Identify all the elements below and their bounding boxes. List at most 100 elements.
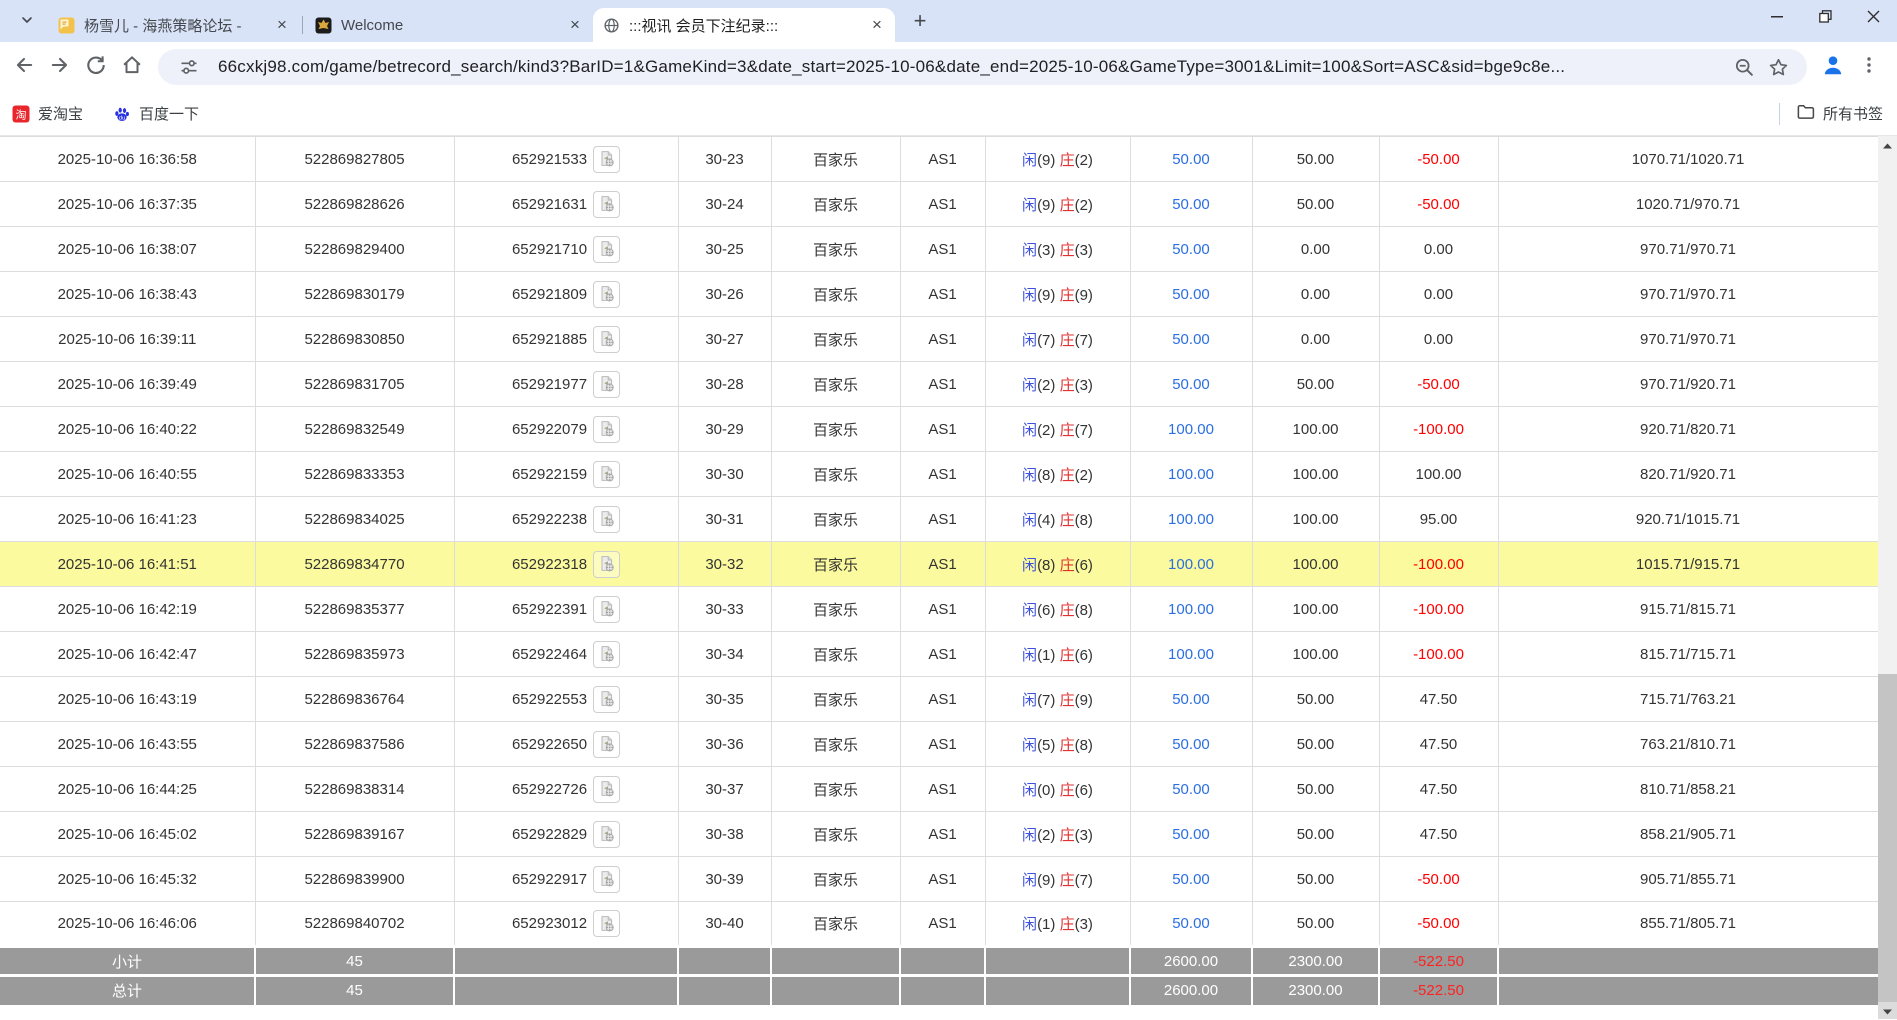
table-row[interactable]: 2025-10-06 16:38:43 522869830179 652921809… [0,271,1879,317]
close-tab-icon[interactable]: × [563,13,587,37]
video-replay-icon [601,286,614,302]
tab-search-button[interactable] [12,7,42,37]
home-button[interactable] [114,49,150,85]
cell-balance: 905.71/855.71 [1498,856,1879,902]
table-row[interactable]: 2025-10-06 16:41:51 522869834770 652922318… [0,541,1879,587]
forward-button[interactable] [42,49,78,85]
video-replay-button[interactable] [593,325,621,353]
cell-game-name: 百家乐 [771,721,901,767]
video-replay-button[interactable] [593,415,621,443]
table-row[interactable]: 2025-10-06 16:43:19 522869836764 652922553… [0,676,1879,722]
scrollbar-up-button[interactable] [1878,136,1897,153]
back-button[interactable] [6,49,42,85]
cell-round-id: 652922650 [454,721,679,767]
close-tab-icon[interactable]: × [270,13,294,37]
cell-game-name: 百家乐 [771,361,901,407]
restore-button[interactable] [1801,0,1849,38]
tab-divider [302,16,303,34]
video-replay-button[interactable] [593,595,621,623]
cell-balance: 815.71/715.71 [1498,631,1879,677]
video-replay-button[interactable] [593,640,621,668]
cell-win-loss: -50.00 [1379,901,1499,947]
cell-table-no: 30-27 [678,316,772,362]
video-replay-button[interactable] [593,370,621,398]
video-replay-button[interactable] [593,460,621,488]
table-row[interactable]: 2025-10-06 16:40:55 522869833353 652922159… [0,451,1879,497]
table-row[interactable]: 2025-10-06 16:37:35 522869828626 652921631… [0,181,1879,227]
cell-round-id: 652921809 [454,271,679,317]
video-replay-button[interactable] [593,865,621,893]
cell-time: 2025-10-06 16:42:47 [0,631,256,677]
cell-bet-amount: 50.00 [1130,856,1253,902]
reload-button[interactable] [78,49,114,85]
cell-bet-id: 522869837586 [255,721,455,767]
cell-table-no: 30-25 [678,226,772,272]
cell-time: 2025-10-06 16:44:25 [0,766,256,812]
table-row[interactable]: 2025-10-06 16:41:23 522869834025 652922238… [0,496,1879,542]
scrollbar-down-button[interactable] [1878,1002,1897,1019]
tab-bet-records-active[interactable]: :::视讯 会员下注纪录::: × [593,8,895,42]
video-replay-button[interactable] [593,775,621,803]
table-row[interactable]: 2025-10-06 16:40:22 522869832549 652922079… [0,406,1879,452]
cell-win-loss: 100.00 [1379,451,1499,497]
video-replay-button[interactable] [593,190,621,218]
video-replay-button[interactable] [593,280,621,308]
tab-welcome[interactable]: Welcome × [305,8,593,42]
cell-round-id: 652922238 [454,496,679,542]
table-row[interactable]: 2025-10-06 16:45:02 522869839167 652922829… [0,811,1879,857]
cell-result: 闲(9) 庄(2) [985,136,1131,182]
cell-time: 2025-10-06 16:40:55 [0,451,256,497]
video-replay-button[interactable] [593,235,621,263]
bookmark-star-icon[interactable] [1761,50,1795,84]
table-row[interactable]: 2025-10-06 16:43:55 522869837586 652922650… [0,721,1879,767]
profile-button[interactable] [1815,49,1851,85]
table-row[interactable]: 2025-10-06 16:45:32 522869839900 652922917… [0,856,1879,902]
url-text[interactable]: 66cxkj98.com/game/betrecord_search/kind3… [218,57,1727,77]
video-replay-button[interactable] [593,505,621,533]
page-scrollbar[interactable] [1878,136,1897,1019]
minimize-button[interactable] [1753,0,1801,38]
close-tab-icon[interactable]: × [865,13,889,37]
cell-account: AS1 [900,271,986,317]
table-row[interactable]: 2025-10-06 16:39:49 522869831705 652921977… [0,361,1879,407]
video-replay-button[interactable] [593,145,621,173]
video-replay-icon [601,646,614,662]
cell-valid-amount: 100.00 [1252,496,1380,542]
table-row[interactable]: 2025-10-06 16:36:58 522869827805 652921533… [0,136,1879,182]
address-bar[interactable]: 66cxkj98.com/game/betrecord_search/kind3… [158,49,1807,85]
all-bookmarks-button[interactable]: 所有书签 [1796,102,1883,125]
cell-balance: 970.71/970.71 [1498,226,1879,272]
video-replay-button[interactable] [593,685,621,713]
cell-time: 2025-10-06 16:41:51 [0,541,256,587]
table-row[interactable]: 2025-10-06 16:46:06 522869840702 652923012… [0,901,1879,947]
browser-menu-button[interactable] [1851,49,1887,85]
table-row[interactable]: 2025-10-06 16:44:25 522869838314 652922726… [0,766,1879,812]
site-settings-icon[interactable] [172,50,206,84]
table-row[interactable]: 2025-10-06 16:42:19 522869835377 652922391… [0,586,1879,632]
video-replay-button[interactable] [593,820,621,848]
video-replay-icon [601,241,614,257]
close-window-button[interactable] [1849,0,1897,38]
totals-row: 小计 45 2600.00 2300.00 -522.50 [0,945,1878,976]
table-row[interactable]: 2025-10-06 16:38:07 522869829400 652921710… [0,226,1879,272]
table-row[interactable]: 2025-10-06 16:42:47 522869835973 652922464… [0,631,1879,677]
bookmark-aitaobao[interactable]: 淘 爱淘宝 [12,103,83,124]
new-tab-button[interactable]: + [905,6,935,36]
cell-balance: 855.71/805.71 [1498,901,1879,947]
cell-game-name: 百家乐 [771,676,901,722]
scrollbar-thumb[interactable] [1878,674,1897,1002]
tab-forum[interactable]: 杨雪儿 - 海燕策略论坛 - × [48,8,300,42]
cell-bet-id: 522869834025 [255,496,455,542]
bookmarks-bar: 淘 爱淘宝 du 百度一下 所有书签 [0,92,1897,136]
video-replay-button[interactable] [593,910,621,937]
cell-result: 闲(5) 庄(8) [985,721,1131,767]
cell-round-id: 652921885 [454,316,679,362]
zoom-out-icon[interactable] [1727,50,1761,84]
cell-table-no: 30-38 [678,811,772,857]
table-row[interactable]: 2025-10-06 16:39:11 522869830850 652921885… [0,316,1879,362]
cell-bet-amount: 100.00 [1130,451,1253,497]
video-replay-button[interactable] [593,730,621,758]
cell-round-id: 652921977 [454,361,679,407]
video-replay-button[interactable] [593,550,621,578]
bookmark-baidu[interactable]: du 百度一下 [113,103,199,124]
